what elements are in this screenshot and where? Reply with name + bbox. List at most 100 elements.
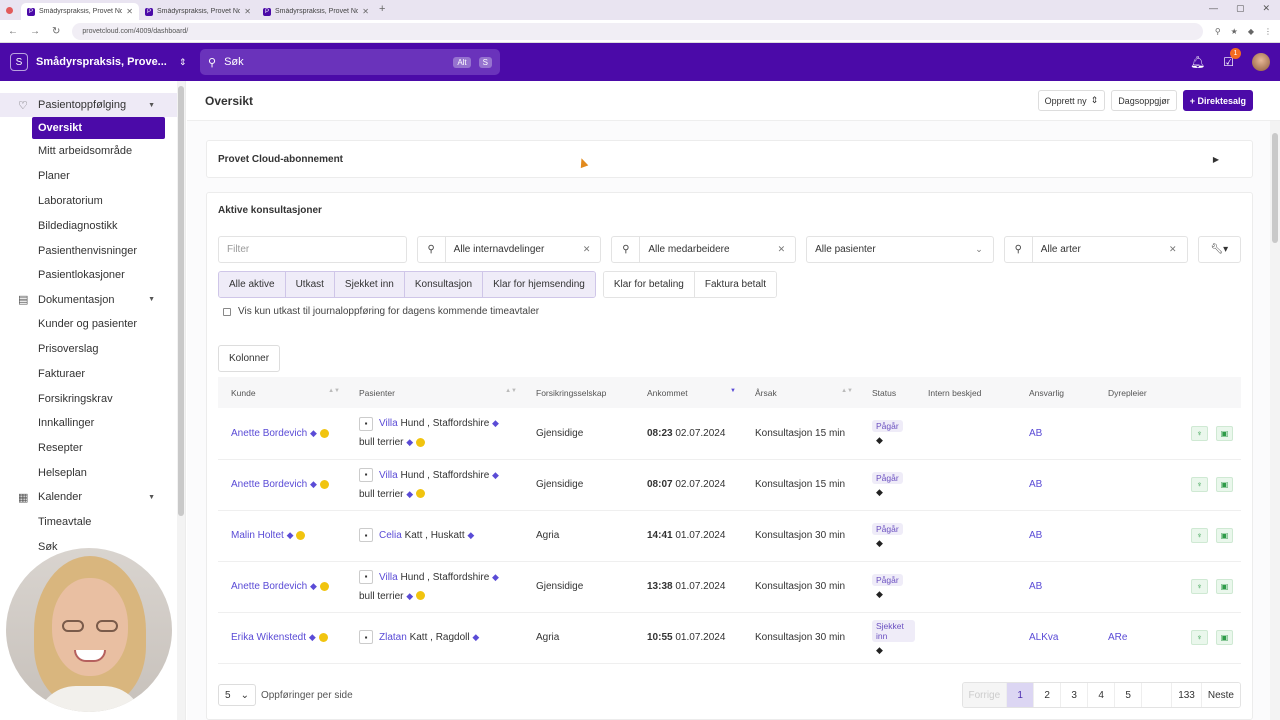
stethoscope-icon[interactable]: ♆ [1191,630,1208,645]
menu-icon[interactable]: ⋮ [1264,27,1272,36]
minimize-icon[interactable]: — [1209,3,1218,14]
org-switcher[interactable]: S Smådyrspraksis, Prove... ⇕ [10,53,200,71]
settings-dropdown[interactable]: 🔧︎▾ [1197,236,1242,263]
sidebar-group-calendar[interactable]: ▦ Kalender ▼ [0,485,185,509]
subscription-panel[interactable]: Provet Cloud-abonnement ▶ [206,140,1253,178]
close-window-icon[interactable]: ✕ [1262,3,1270,14]
sidebar-item-reminders[interactable]: Innkallinger [0,411,185,436]
browser-tab[interactable]: P Smådyrspraksis, Provet Norge ✕ [257,3,375,20]
daily-settlement-button[interactable]: Dagsoppgjør [1111,90,1177,111]
tag-icon[interactable]: ◆ [876,487,915,498]
col-insurer[interactable]: Forsikringsselskap [523,377,634,408]
chip-invoice-paid[interactable]: Faktura betalt [694,272,777,297]
chip-consultation[interactable]: Konsultasjon [404,272,484,297]
page-button[interactable]: 2 [1034,683,1062,707]
journal-icon[interactable]: ▪ [359,569,373,584]
table-row[interactable]: Anette Bordevich ◆ ▪ Villa Hund , Staffor… [218,459,1241,511]
next-page-button[interactable]: Neste [1201,683,1240,707]
sidebar-item-locations[interactable]: Pasientlokasjoner [0,263,185,288]
staff-select[interactable]: ⚲ Alle medarbeidere ✕ [611,236,797,263]
client-link[interactable]: Anette Bordevich [231,479,307,490]
responsible-link[interactable]: AB [1029,530,1042,541]
stethoscope-icon[interactable]: ♆ [1191,425,1208,441]
bell-icon[interactable]: 🔔︎ [1190,55,1205,69]
last-page-button[interactable]: 133 [1172,683,1202,707]
columns-button[interactable]: Kolonner [218,345,281,372]
sidebar-scrollbar[interactable] [177,81,185,720]
close-tab-icon[interactable]: ✕ [362,7,369,16]
sidebar-item-my-workspace[interactable]: Mitt arbeidsområde [0,139,185,164]
maximize-icon[interactable]: ▢ [1236,3,1245,14]
url-field[interactable]: provetcloud.com/4009/dashboard/ [72,22,1203,40]
filter-input[interactable]: Filter [218,236,407,263]
sidebar-group-patient-followup[interactable]: ♡ Pasientoppfølging ▼ [0,93,185,117]
page-button[interactable]: 1 [1007,683,1035,707]
col-responsible[interactable]: Ansvarlig [1016,377,1095,408]
main-scrollbar[interactable] [1270,121,1280,720]
user-avatar[interactable] [1252,53,1270,71]
direct-sale-button[interactable]: + Direktesalg [1182,90,1253,111]
cash-icon[interactable]: ▣ [1216,477,1233,492]
close-tab-icon[interactable]: ✕ [244,7,251,16]
client-link[interactable]: Malin Holtet [231,530,284,541]
patient-link[interactable]: Villa [379,418,398,429]
page-button[interactable]: 4 [1088,683,1116,707]
journal-icon[interactable]: ▪ [359,467,373,482]
client-link[interactable]: Erika Wikenstedt [231,632,306,643]
chip-all-active[interactable]: Alle aktive [219,272,286,297]
drafts-only-checkbox[interactable] [223,307,231,316]
responsible-link[interactable]: AB [1029,428,1042,439]
col-status[interactable]: Status [859,377,915,408]
sidebar-group-documentation[interactable]: ▤ Dokumentasjon ▼ [0,288,185,312]
chip-draft[interactable]: Utkast [285,272,335,297]
create-new-button[interactable]: Opprett ny ⇕ [1037,90,1106,111]
browser-tab[interactable]: P Smådyrspraksis, Provet Norge ✕ [139,3,257,20]
scrollbar-thumb[interactable] [178,86,184,516]
back-icon[interactable]: ← [8,26,18,37]
col-arrived[interactable]: Ankommet ▼ [634,377,742,408]
zoom-icon[interactable]: ⚲ [1215,27,1221,36]
caret-right-icon[interactable]: ▶ [1213,155,1219,164]
clear-icon[interactable]: ✕ [573,244,601,255]
browser-tab[interactable]: P Smådyrspraksis, Provet No ✕ [21,3,139,20]
chip-ready-payment[interactable]: Klar for betaling [603,272,695,297]
sidebar-item-referrals[interactable]: Pasienthenvisninger [0,238,185,263]
col-patients[interactable]: Pasienter ▲▼ [346,377,523,408]
nurse-link[interactable]: ARe [1108,632,1127,643]
col-internal-note[interactable]: Intern beskjed [915,377,1016,408]
responsible-link[interactable]: ALKva [1029,632,1058,643]
bookmark-star-icon[interactable]: ★ [1231,27,1238,36]
patient-link[interactable]: Zlatan [379,632,407,643]
client-link[interactable]: Anette Bordevich [231,428,307,439]
sidebar-item-overview[interactable]: Oversikt [32,117,165,139]
sidebar-item-plans[interactable]: Planer [0,164,185,189]
sidebar-item-laboratory[interactable]: Laboratorium [0,189,185,214]
sidebar-item-health-plan[interactable]: Helseplan [0,461,185,486]
global-search[interactable]: ⚲ Søk Alt S [200,49,500,75]
sidebar-item-appointments[interactable]: Timeavtale [0,509,185,534]
cash-icon[interactable]: ▣ [1216,579,1233,594]
col-reason[interactable]: Årsak ▲▼ [742,377,859,408]
journal-icon[interactable]: ▪ [359,528,373,543]
tag-icon[interactable]: ◆ [876,589,915,600]
chip-checked-in[interactable]: Sjekket inn [334,272,405,297]
department-select[interactable]: ⚲ Alle internavdelinger ✕ [416,236,602,263]
chip-ready-discharge[interactable]: Klar for hjemsending [483,272,595,297]
patient-link[interactable]: Villa [379,470,398,481]
journal-icon[interactable]: ▪ [359,630,373,645]
tag-icon[interactable]: ◆ [876,645,915,656]
journal-icon[interactable]: ▪ [359,416,373,431]
per-page-select[interactable]: 5 ⌄ [218,684,256,706]
sidebar-item-prescriptions[interactable]: Resepter [0,436,185,461]
responsible-link[interactable]: AB [1029,581,1042,592]
client-link[interactable]: Anette Bordevich [231,581,307,592]
page-button[interactable]: 3 [1061,683,1089,707]
species-select[interactable]: ⚲ Alle arter ✕ [1003,236,1188,263]
cash-icon[interactable]: ▣ [1216,425,1233,441]
page-button[interactable]: 5 [1115,683,1143,707]
forward-icon[interactable]: → [30,26,40,37]
clear-icon[interactable]: ✕ [1159,244,1187,255]
stethoscope-icon[interactable]: ♆ [1191,579,1208,594]
new-tab-icon[interactable]: + [379,3,385,20]
sidebar-item-imaging[interactable]: Bildediagnostikk [0,213,185,238]
